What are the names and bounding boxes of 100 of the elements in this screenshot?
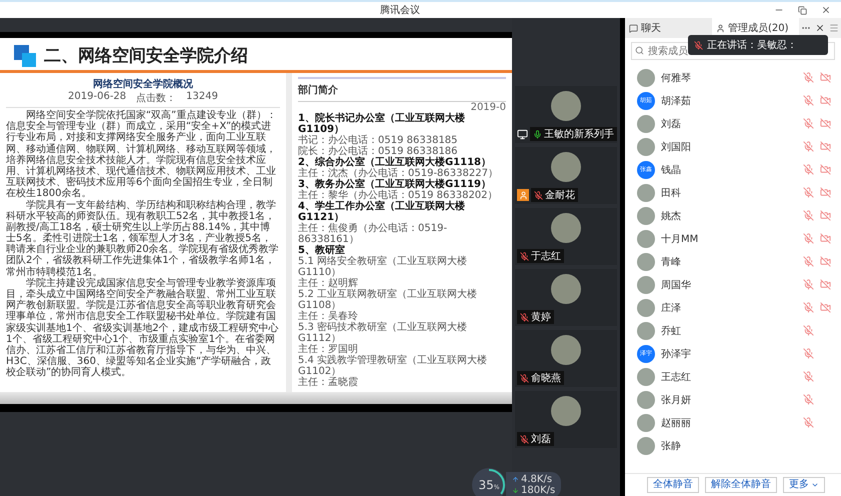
video-off-icon[interactable] <box>820 141 831 152</box>
mic-muted-icon[interactable] <box>803 187 814 198</box>
video-off-icon[interactable] <box>820 279 831 290</box>
avatar-photo-placeholder <box>637 436 655 454</box>
mic-muted-icon[interactable] <box>803 302 814 313</box>
avatar-photo-placeholder <box>551 152 581 182</box>
department-heading: 4、学生工作办公室（工业互联网大楼G1121） <box>298 201 466 223</box>
avatar-photo-placeholder <box>551 91 581 121</box>
avatar-photo-placeholder <box>637 252 655 270</box>
member-name: 田科 <box>661 186 682 200</box>
member-name: 青峰 <box>661 256 682 268</box>
department-line: 主任：罗国明 <box>298 344 359 355</box>
avatar-photo-placeholder <box>637 322 655 340</box>
member-name: 刘磊 <box>661 118 682 130</box>
avatar-photo-placeholder <box>551 213 581 243</box>
avatar-photo-placeholder <box>637 114 655 132</box>
squares-icon <box>14 44 36 66</box>
avatar-photo-placeholder <box>637 390 655 408</box>
avatar-photo-placeholder <box>637 138 655 156</box>
participant-name: 黄婷 <box>531 310 551 324</box>
avatar-photo-placeholder <box>637 68 655 86</box>
department-line: 书记：办公电话：0519 86338185 <box>298 135 459 146</box>
video-off-icon[interactable] <box>820 210 831 221</box>
department-line: 5.1 网络安全教研室（工业互联网大楼G1110） <box>298 256 468 278</box>
member-name: 十月MM <box>661 232 700 246</box>
participant-name: 金耐花 <box>545 188 575 202</box>
participant-name: 刘磊 <box>531 432 551 446</box>
department-line: 5.4 实践教学管理教研室（工业互联网大楼G1102） <box>298 355 488 377</box>
mic-muted-icon[interactable] <box>803 164 814 175</box>
video-off-icon[interactable] <box>820 256 831 267</box>
member-name: 周国华 <box>661 278 692 292</box>
member-name: 乔虹 <box>661 324 682 338</box>
video-off-icon[interactable] <box>820 118 831 129</box>
upload-rate: 4.8K/s <box>521 474 552 485</box>
views-label: 点击数： <box>136 92 176 105</box>
department-line: 主任：孟晓霞 <box>298 377 359 388</box>
mic-muted-icon[interactable] <box>803 279 814 290</box>
avatar-photo-placeholder <box>551 274 581 304</box>
video-off-icon[interactable] <box>820 302 831 313</box>
video-tile[interactable]: 于志红 <box>515 208 617 265</box>
member-name: 刘国阳 <box>661 140 692 154</box>
mic-muted-icon[interactable] <box>803 72 814 83</box>
search-icon <box>635 46 644 55</box>
avatar-photo-placeholder <box>637 368 655 386</box>
member-name: 张月妍 <box>661 394 692 406</box>
mic-muted-icon[interactable] <box>803 233 814 244</box>
member-name: 何雅琴 <box>661 72 692 84</box>
footer-button[interactable]: 解除全体静音 <box>705 477 777 493</box>
department-line: 5.3 密码技术教研室（工业互联网大楼G1112） <box>298 322 468 344</box>
video-off-icon[interactable] <box>820 72 831 83</box>
mic-muted-icon[interactable] <box>803 394 814 405</box>
speaking-text: 正在讲话：吴敏忍： <box>707 38 797 52</box>
participant-name: 王敏的新系列手 <box>544 128 614 141</box>
restore-icon[interactable] <box>796 6 809 14</box>
mic-muted-icon[interactable] <box>803 417 814 428</box>
participant-name: 于志红 <box>531 250 561 263</box>
member-name: 孙泽宇 <box>661 348 692 360</box>
department-line: 院长：办公电话：0519 86338186 <box>298 146 459 157</box>
member-name: 赵丽丽 <box>661 416 692 430</box>
avatar-photo-placeholder <box>551 396 581 426</box>
department-line: 主任：沈杰（办公电话：0519-86338227） <box>298 168 499 179</box>
footer-button[interactable]: 更多 <box>783 477 825 493</box>
video-off-icon[interactable] <box>820 164 831 175</box>
department-line: 主任：赵明辉 <box>298 278 359 289</box>
video-tile[interactable]: 黄婷 <box>515 269 617 326</box>
footer-button[interactable]: 全体静音 <box>647 477 699 493</box>
video-off-icon[interactable] <box>820 233 831 244</box>
video-off-icon[interactable] <box>820 95 831 106</box>
article-date: 2019-06-28 <box>68 91 126 104</box>
mic-muted-icon[interactable] <box>803 348 814 359</box>
avatar-photo-placeholder <box>637 230 655 248</box>
mic-muted-icon[interactable] <box>803 210 814 221</box>
department-line: 5.2 工业互联网教研室（工业互联网大楼G1108） <box>298 289 478 311</box>
member-name: 胡泽茹 <box>661 94 692 108</box>
avatar-photo-placeholder <box>637 414 655 432</box>
article-paragraph: 学院具有一支年龄结构、学历结构和职称结构合理，教学科研水平较高的师资队伍。现有教职工52名，其中教授1名，副教授/高工18名，硕士研究生以上学历占88.14%，其中博士5名。柔性引进院士1名，领军型人才3名，产业教授5名，聘请来自行业企业的兼职教师20余名。学院现有省级优秀教学团队2个，省级教科研工作先进集体1个，省级教学名师1名，常州市特聘模范1名。 <box>6 200 280 278</box>
panel-tab[interactable]: 聊天 <box>625 18 712 38</box>
avatar-photo-placeholder <box>551 335 581 365</box>
window-title: 腾讯会议 <box>380 4 420 17</box>
avatar-photo-placeholder <box>637 276 655 294</box>
mic-muted-icon[interactable] <box>803 256 814 267</box>
avatar-photo-placeholder <box>637 184 655 202</box>
video-tile[interactable]: 金耐花 <box>515 147 617 204</box>
person-icon <box>716 24 725 32</box>
video-tile[interactable]: 刘磊 <box>515 391 617 448</box>
video-tile[interactable]: 王敏的新系列手 <box>515 86 617 143</box>
mic-muted-icon[interactable] <box>803 371 814 382</box>
article-paragraph: 网络空间安全学院依托国家“双高”重点建设专业（群）：信息安全与管理专业（群）而成立，采用“安全+X”的模式进行专业布局，对接和支撑网络安全服务产业，面向工业互联网、移动通信网、物联网、计算机网络、移动互联网等领域，培养网络信息安全技术技能人才。学院现有信息安全技术应用、计算机网络技术、现代通信技术、物联网应用技术、工业互联网技术、密码技术应用等6个面向全国招生专业，全日制在校生1800余名。 <box>6 110 278 200</box>
video-tile[interactable]: 俞晓燕 <box>515 330 617 387</box>
mic-muted-icon[interactable] <box>803 141 814 152</box>
video-off-icon[interactable] <box>820 187 831 198</box>
article-paragraph: 学院主持建设完成国家信息安全与管理专业教学资源库项目，牵头成立中国网络空间安全产教融合联盟、常州工业互联网产教创新联盟。学院是江苏省信息安全高等职业教育研究会理事单位，常州市信息安全工作联盟秘书处单位。学院建有国家级实训基地1个、省级实训基地2个，建成市级工程研究中心1个、省级工程研究中心1个、市级重点实验室1个。在省委网信办、江苏省工信厅和江苏省教育厅指导下，与华为、中兴、H3C、深信服、360、绿盟等知名企业实施“产学研融合，政校企联动”的协同育人模式。 <box>6 278 280 378</box>
mic-muted-icon <box>694 40 703 50</box>
mic-muted-icon[interactable] <box>803 325 814 336</box>
mic-muted-icon[interactable] <box>803 95 814 106</box>
department-heading: 3、教务办公室（工业互联网大楼G1119） <box>298 179 492 190</box>
mic-muted-icon[interactable] <box>803 118 814 129</box>
department-line: 主任：吴春玲 <box>298 311 359 322</box>
slide-heading: 二、网络空间安全学院介绍 <box>44 45 248 67</box>
person-badge-icon <box>517 189 529 201</box>
